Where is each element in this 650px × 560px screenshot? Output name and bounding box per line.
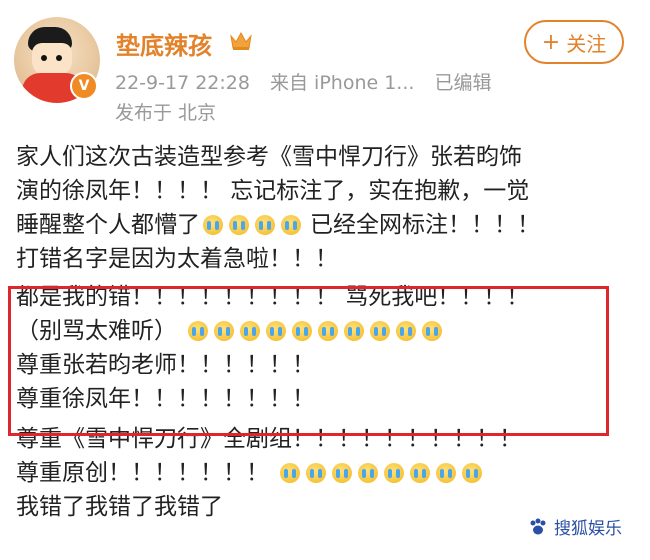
avatar-eye-right [56,55,62,61]
watermark-text: 搜狐娱乐 [554,519,622,539]
crying-face-icon [306,463,326,483]
crying-face-icon [281,215,301,235]
crying-face-icon [436,463,456,483]
crying-face-icon [255,215,275,235]
crown-icon [230,31,252,50]
follow-button[interactable]: + 关注 [524,20,624,64]
crying-face-icon [358,463,378,483]
post-meta: 22-9-17 22:28 来自 iPhone 1... 已编辑 [115,68,505,95]
plus-icon: + [541,29,561,55]
post-line: 演的徐凤年！！！！ 忘记标注了，实在抱歉，一觉 [16,178,530,204]
follow-label: 关注 [566,31,607,56]
avatar-face [32,43,72,77]
post-timestamp[interactable]: 22-9-17 22:28 [115,72,250,94]
post-line: 尊重原创！！！！！！！ [16,456,640,490]
crying-face-icon [229,215,249,235]
post-line: 睡醒整个人都懵了 已经全网标注！！！！ [16,212,540,238]
post-line: 家人们这次古装造型参考《雪中悍刀行》张若昀饰 [16,144,522,170]
crying-face-icon [280,463,300,483]
post-location: 发布于 北京 [115,102,217,124]
username[interactable]: 垫底辣孩 [116,26,212,61]
crying-face-icon [203,215,223,235]
watermark: 搜狐娱乐 [528,514,622,539]
post-line: 打错名字是因为太着急啦！！！ [16,246,338,272]
crying-face-icon [462,463,482,483]
edited-label[interactable]: 已编辑 [434,72,491,94]
post-source: 来自 iPhone 1... [270,72,415,94]
crying-face-icon [384,463,404,483]
crying-face-icon [332,463,352,483]
verified-badge-icon: V [70,72,98,100]
highlight-box [8,286,609,436]
crying-face-icon [410,463,430,483]
sohu-logo-icon [530,518,546,534]
avatar-eye-left [41,55,47,61]
